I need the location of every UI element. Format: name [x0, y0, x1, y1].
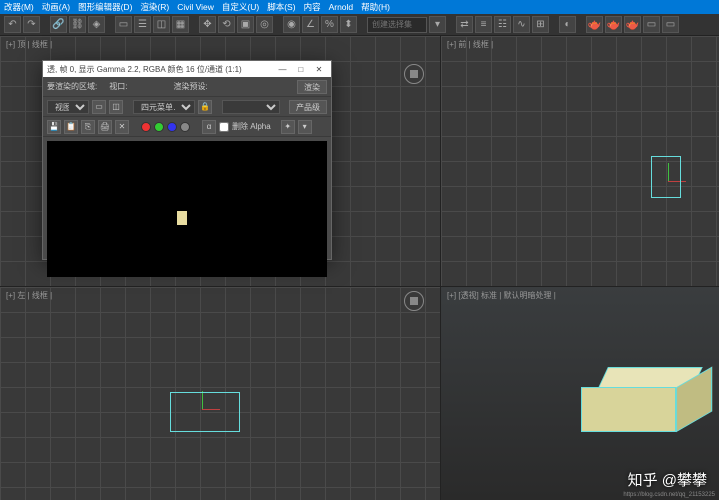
render-viewport-label: 视口: [109, 81, 127, 92]
placement-button[interactable]: ◎ [256, 16, 273, 33]
rendered-box [177, 211, 187, 225]
watermark-text: 知乎 @攀攀 [628, 469, 707, 490]
clear-image-icon[interactable]: ✕ [115, 120, 129, 134]
alpha-checkbox[interactable] [219, 122, 229, 132]
viewport-left[interactable]: [+] 左 | 线框 | [0, 287, 440, 500]
toggle-ui-icon[interactable]: ▾ [298, 120, 312, 134]
render-toolbar-1b: 视图 ▭ ◫ 四元菜单… 🔒 产品级 [43, 97, 331, 117]
rotate-button[interactable]: ⟲ [218, 16, 235, 33]
clone-image-icon[interactable]: ⎘ [81, 120, 95, 134]
undo-button[interactable]: ↶ [4, 16, 21, 33]
menu-modifiers[interactable]: 改器(M) [4, 1, 34, 13]
render-button[interactable]: 渲染 [297, 80, 327, 94]
render-output-view[interactable] [47, 141, 327, 277]
percent-snap-button[interactable]: % [321, 16, 338, 33]
scale-button[interactable]: ▣ [237, 16, 254, 33]
render-preset-label: 渲染预设: [173, 81, 207, 92]
maximize-button[interactable]: □ [293, 65, 309, 74]
viewport-left-label[interactable]: [+] 左 | 线框 | [6, 290, 52, 301]
auto-region-icon[interactable]: ◫ [109, 100, 123, 114]
print-image-icon[interactable]: 🖨 [98, 120, 112, 134]
main-toolbar: ↶ ↷ 🔗 ⛓ ◈ ▭ ☰ ◫ ▦ ✥ ⟲ ▣ ◎ ◉ ∠ % ⬍ ▾ ⇄ ≡ … [0, 14, 719, 36]
viewport-front[interactable]: [+] 前 | 线框 | [441, 36, 719, 286]
render-window-titlebar[interactable]: 透, 帧 0, 显示 Gamma 2.2, RGBA 颜色 16 位/通道 (1… [43, 61, 331, 77]
render-viewport-select[interactable]: 四元菜单… [133, 100, 195, 114]
alpha-label: 删除 Alpha [232, 121, 271, 132]
render-iterative-button[interactable]: ▭ [643, 16, 660, 33]
redo-button[interactable]: ↷ [23, 16, 40, 33]
alpha-channel-icon[interactable]: α [202, 120, 216, 134]
menu-content[interactable]: 内容 [304, 1, 321, 13]
close-button[interactable]: ✕ [311, 65, 327, 74]
lock-icon[interactable]: 🔒 [198, 100, 212, 114]
wireframe-box[interactable] [651, 156, 681, 198]
menu-civil-view[interactable]: Civil View [177, 2, 214, 12]
schematic-button[interactable]: ⊞ [532, 16, 549, 33]
render-frame-window: 透, 帧 0, 显示 Gamma 2.2, RGBA 颜色 16 位/通道 (1… [42, 60, 332, 260]
copy-image-icon[interactable]: 📋 [64, 120, 78, 134]
layer-button[interactable]: ☷ [494, 16, 511, 33]
selection-set-input[interactable] [367, 17, 427, 33]
unlink-button[interactable]: ⛓ [69, 16, 86, 33]
perspective-box[interactable] [581, 387, 676, 437]
render-production-button[interactable]: 🫖 [624, 16, 641, 33]
render-frame-button[interactable]: 🫖 [605, 16, 622, 33]
save-image-icon[interactable]: 💾 [47, 120, 61, 134]
menu-rendering[interactable]: 渲染(R) [140, 1, 169, 13]
mono-channel[interactable] [180, 122, 190, 132]
box-front-face [581, 387, 676, 432]
green-channel[interactable] [167, 122, 177, 132]
material-button[interactable]: ◐ [559, 16, 576, 33]
angle-snap-button[interactable]: ∠ [302, 16, 319, 33]
menu-customize[interactable]: 自定义(U) [222, 1, 259, 13]
curve-editor-button[interactable]: ∿ [513, 16, 530, 33]
source-url: https://blog.csdn.net/qq_21153225 [623, 492, 715, 498]
region-icon[interactable]: ▭ [92, 100, 106, 114]
fx-channel-icon[interactable]: ✦ [281, 120, 295, 134]
render-area-label: 要渲染的区域: [47, 81, 97, 92]
mirror-button[interactable]: ⇄ [456, 16, 473, 33]
bind-button[interactable]: ◈ [88, 16, 105, 33]
select-button[interactable]: ▭ [115, 16, 132, 33]
align-button[interactable]: ≡ [475, 16, 492, 33]
render-toolbar-1: 要渲染的区域: 视口: 渲染预设: 渲染 [43, 77, 331, 97]
red-channel[interactable] [154, 122, 164, 132]
snap-toggle-button[interactable]: ◉ [283, 16, 300, 33]
render-setup-button[interactable]: 🫖 [586, 16, 603, 33]
viewcube-icon[interactable] [404, 291, 424, 311]
move-button[interactable]: ✥ [199, 16, 216, 33]
menu-graph-editors[interactable]: 图形编辑器(D) [78, 1, 132, 13]
menu-animation[interactable]: 动画(A) [42, 1, 70, 13]
spinner-snap-button[interactable]: ⬍ [340, 16, 357, 33]
menu-scripting[interactable]: 脚本(S) [267, 1, 295, 13]
rgb-toggle[interactable] [141, 122, 151, 132]
menu-help[interactable]: 帮助(H) [361, 1, 390, 13]
link-button[interactable]: 🔗 [50, 16, 67, 33]
production-button[interactable]: 产品级 [289, 100, 327, 114]
menu-arnold[interactable]: Arnold [329, 2, 354, 12]
render-window-title: 透, 帧 0, 显示 Gamma 2.2, RGBA 颜色 16 位/通道 (1… [47, 64, 242, 75]
viewport-front-label[interactable]: [+] 前 | 线框 | [447, 39, 493, 50]
main-menu-bar: 改器(M) 动画(A) 图形编辑器(D) 渲染(R) Civil View 自定… [0, 0, 719, 14]
viewport-top-label[interactable]: [+] 顶 | 线框 | [6, 39, 52, 50]
window-crossing-button[interactable]: ▦ [172, 16, 189, 33]
render-toolbar-2: 💾 📋 ⎘ 🖨 ✕ α 删除 Alpha ✦ ▾ [43, 117, 331, 137]
minimize-button[interactable]: — [275, 65, 291, 74]
select-name-button[interactable]: ☰ [134, 16, 151, 33]
render-area-select[interactable]: 视图 [47, 100, 89, 114]
render-preset-select[interactable] [222, 100, 280, 114]
render-active-button[interactable]: ▭ [662, 16, 679, 33]
viewcube-icon[interactable] [404, 64, 424, 84]
viewport-perspective-label[interactable]: [+] [透视] 标准 | 默认明暗处理 | [447, 290, 556, 301]
selection-dropdown-button[interactable]: ▾ [429, 16, 446, 33]
select-region-button[interactable]: ◫ [153, 16, 170, 33]
wireframe-box[interactable] [170, 392, 240, 432]
